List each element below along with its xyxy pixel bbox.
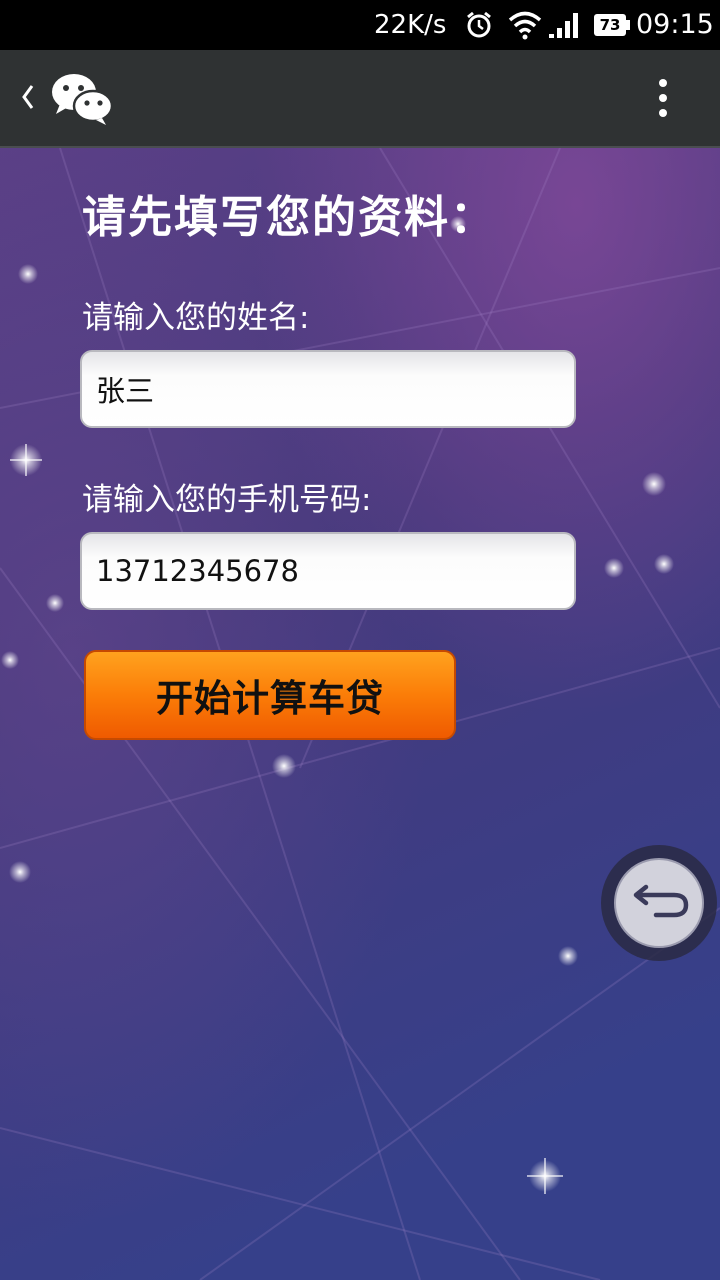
name-label: 请输入您的姓名: [82,300,310,336]
status-bar: 22K/s 73 09:15 [0,0,720,50]
start-calculation-button[interactable]: 开始计算车贷 [84,650,456,740]
wechat-logo-icon [50,70,114,130]
phone-label: 请输入您的手机号码: [82,482,372,518]
form-page: 请先填写您的资料： 请输入您的姓名: 请输入您的手机号码: 开始计算车贷 [0,148,720,1280]
clock: 09:15 [636,9,714,40]
screen: 22K/s 73 09:15 请先填写您的资料： 请输入您的姓名: 张三 请输入… [0,0,720,1280]
network-speed: 22K/s [374,10,447,40]
signal-icon [548,10,582,44]
battery-level: 73 [594,14,626,36]
alarm-icon [464,10,494,44]
return-arrow-icon[interactable] [600,844,718,962]
wifi-icon [508,10,542,44]
form-heading: 请先填写您的资料： [82,192,496,243]
name-input[interactable] [80,350,576,428]
title-bar [0,50,720,148]
more-vertical-icon[interactable] [650,78,676,122]
battery-icon: 73 [594,14,630,36]
chevron-left-icon[interactable] [18,80,38,118]
phone-input[interactable] [80,532,576,610]
